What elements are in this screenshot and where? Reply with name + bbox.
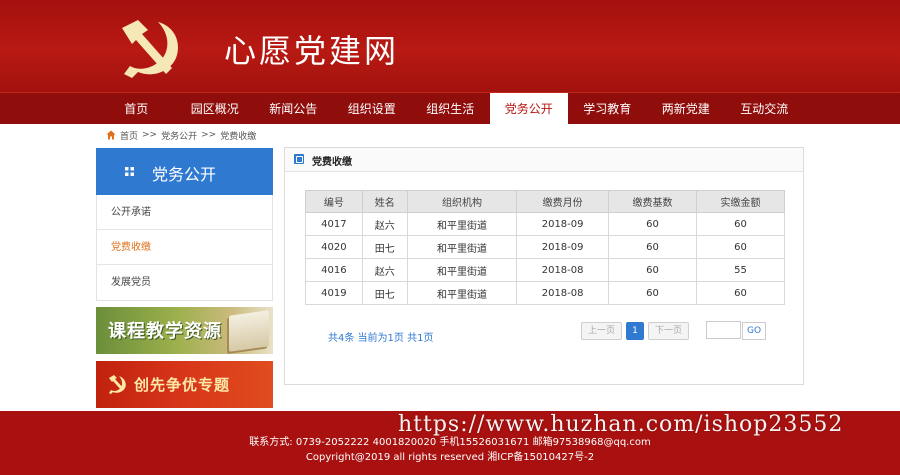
document-icon: [294, 154, 304, 164]
column-header: 编号: [305, 190, 363, 213]
nav-item[interactable]: 新闻公告: [254, 93, 333, 125]
banner-excellence-topic[interactable]: 创先争优专题: [96, 361, 273, 408]
hammer-sickle-icon: [122, 20, 178, 78]
breadcrumb-separator: >>: [142, 130, 158, 140]
sidebar-header: 党务公开: [96, 148, 273, 195]
table-cell: 赵六: [361, 258, 408, 282]
next-page-button[interactable]: 下一页: [648, 322, 690, 340]
table-cell: 4019: [305, 281, 363, 305]
sidebar-title: 党务公开: [152, 165, 217, 184]
breadcrumb-level1[interactable]: 党务公开: [161, 129, 197, 142]
table-row: 4016 赵六 和平里街道 2018-08 60 55: [305, 258, 786, 282]
grid-icon: [125, 167, 134, 176]
table-cell: 55: [695, 258, 786, 282]
content-panel: 党费收缴 编号 姓名 组织机构 缴费月份 缴费基数 实缴金额 4017 赵六 和平里街道 201…: [284, 147, 804, 385]
nav-item[interactable]: 组织设置: [333, 93, 412, 125]
sidebar-menu: 公开承诺 党费收缴 发展党员: [96, 195, 273, 301]
banner-course-resources[interactable]: 课程教学资源: [96, 307, 273, 354]
table-cell: 60: [695, 235, 786, 259]
table-row: 4020 田七 和平里街道 2018-09 60 60: [305, 235, 786, 259]
pagination: 上一页 1 下一页: [581, 322, 690, 340]
nav-item[interactable]: 首页: [97, 93, 176, 125]
table-cell: 和平里街道: [406, 281, 518, 305]
column-header: 缴费月份: [516, 190, 610, 213]
table-cell: 60: [608, 281, 697, 305]
fee-table: 编号 姓名 组织机构 缴费月份 缴费基数 实缴金额 4017 赵六 和平里街道 2018-09 6…: [305, 190, 786, 305]
nav-item[interactable]: 党务公开: [489, 93, 568, 125]
main-nav: 首页 园区概况 新闻公告 组织设置 组织生活 党务公开 学习教育 两新党建 互动交流: [0, 92, 900, 125]
prev-page-button[interactable]: 上一页: [581, 322, 623, 340]
footer-copyright: Copyright@2019 all rights reserved 湘ICP备…: [305, 452, 595, 463]
breadcrumb-home[interactable]: 首页: [120, 129, 138, 142]
table-cell: 2018-09: [516, 212, 610, 236]
table-cell: 4016: [305, 258, 363, 282]
nav-item[interactable]: 学习教育: [568, 93, 647, 125]
sidebar-item[interactable]: 公开承诺: [97, 195, 272, 230]
table-cell: 2018-08: [516, 258, 610, 282]
table-cell: 田七: [361, 235, 408, 259]
panel-header: 党费收缴: [285, 148, 803, 172]
breadcrumb: 首页 >> 党务公开 >> 党费收缴: [106, 128, 256, 142]
table-cell: 赵六: [361, 212, 408, 236]
banner-label: 课程教学资源: [108, 321, 222, 342]
sidebar-item[interactable]: 党费收缴: [97, 230, 272, 265]
table-cell: 60: [608, 258, 697, 282]
nav-item[interactable]: 互动交流: [725, 93, 804, 125]
go-button[interactable]: GO: [742, 322, 766, 340]
table-cell: 60: [608, 235, 697, 259]
table-cell: 和平里街道: [406, 235, 518, 259]
column-header: 缴费基数: [608, 190, 697, 213]
nav-item[interactable]: 组织生活: [411, 93, 490, 125]
site-title: 心愿党建网: [224, 32, 400, 70]
table-cell: 和平里街道: [406, 212, 518, 236]
breadcrumb-current: 党费收缴: [220, 131, 257, 142]
breadcrumb-separator: >>: [201, 130, 217, 140]
banner-label: 创先争优专题: [134, 376, 231, 394]
pagination-info: 共4条 当前为1页 共1页: [328, 333, 434, 344]
nav-item[interactable]: 两新党建: [647, 93, 726, 125]
table-cell: 4020: [305, 235, 363, 259]
table-cell: 4017: [305, 212, 363, 236]
book-icon: [229, 310, 269, 352]
column-header: 组织机构: [406, 190, 518, 213]
table-cell: 60: [695, 281, 786, 305]
table-row: 4017 赵六 和平里街道 2018-09 60 60: [305, 212, 786, 236]
table-cell: 60: [608, 212, 697, 236]
watermark-text: https://www.huzhan.com/ishop23552: [398, 412, 844, 437]
home-icon: [106, 130, 116, 140]
column-header: 姓名: [361, 190, 408, 213]
table-cell: 田七: [361, 281, 408, 305]
page-jump-input[interactable]: [706, 321, 741, 339]
column-header: 实缴金额: [695, 190, 786, 213]
table-cell: 和平里街道: [406, 258, 518, 282]
panel-title: 党费收缴: [312, 157, 352, 168]
site-header: 心愿党建网: [0, 0, 900, 92]
table-cell: 2018-08: [516, 281, 610, 305]
party-emblem-icon: [109, 375, 126, 394]
table-cell: 2018-09: [516, 235, 610, 259]
page-number-button[interactable]: 1: [626, 322, 645, 340]
sidebar-item[interactable]: 发展党员: [97, 265, 272, 300]
table-cell: 60: [695, 212, 786, 236]
table-row: 4019 田七 和平里街道 2018-08 60 60: [305, 281, 786, 305]
nav-item[interactable]: 园区概况: [176, 93, 255, 125]
